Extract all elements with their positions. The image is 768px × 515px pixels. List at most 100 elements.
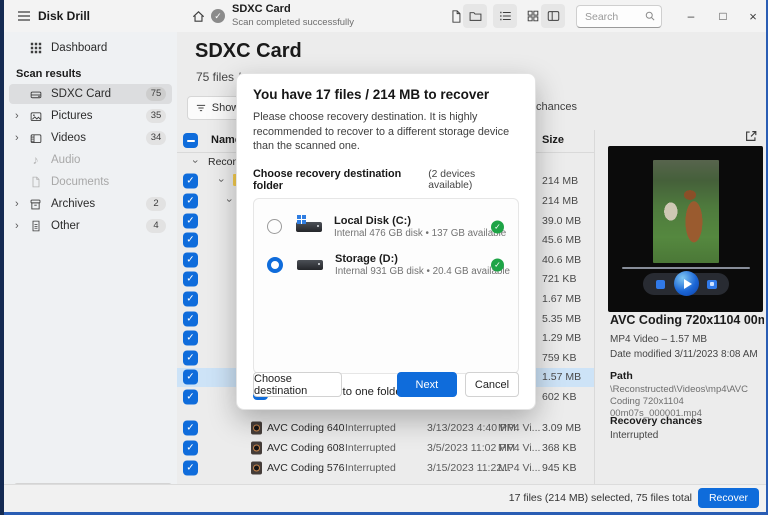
open-preview-external-button[interactable] — [744, 129, 760, 145]
minimize-button[interactable]: – — [678, 5, 704, 27]
radio-selected[interactable] — [267, 256, 283, 273]
search-input[interactable] — [583, 7, 645, 26]
size-cell: 1.29 MB — [542, 332, 582, 345]
recover-button[interactable]: Recover — [698, 488, 759, 508]
row-checkbox[interactable]: ✓ — [183, 213, 198, 229]
size-cell: 214 MB — [542, 194, 579, 207]
preview-chances-label: Recovery chances — [610, 415, 703, 427]
sidebar-item-other[interactable]: › Other 4 — [9, 216, 172, 236]
home-icon — [192, 10, 204, 22]
hamburger-menu-button[interactable] — [12, 4, 36, 28]
sidebar-item-pictures[interactable]: › Pictures 35 — [9, 106, 172, 126]
fullscreen-button[interactable] — [707, 279, 717, 289]
device-option-local-disk[interactable]: Local Disk (C:) Internal 476 GB disk • 1… — [254, 208, 518, 246]
row-checkbox[interactable]: ✓ — [183, 271, 198, 287]
row-checkbox[interactable]: ✓ — [183, 440, 198, 456]
row-checkbox[interactable]: ✓ — [183, 420, 198, 436]
pictures-icon — [28, 109, 43, 124]
play-button[interactable] — [674, 271, 699, 296]
destination-label: Choose recovery destination folder — [253, 167, 402, 192]
sidebar-item-videos[interactable]: › Videos 34 — [9, 128, 172, 148]
videos-icon — [28, 131, 43, 146]
select-all-checkbox[interactable] — [183, 133, 198, 148]
search-icon — [645, 11, 655, 21]
expand-chevron-icon[interactable]: › — [223, 199, 235, 203]
hamburger-icon — [18, 11, 30, 21]
sidebar-item-sdxc-card[interactable]: SDXC Card 75 — [9, 84, 172, 104]
video-file-icon — [251, 421, 262, 435]
row-checkbox[interactable]: ✓ — [183, 389, 198, 405]
size-cell: 3.09 MB — [542, 422, 582, 434]
sidebar-item-label: Other — [51, 220, 80, 232]
status-bar: 17 files (214 MB) selected, 75 files tot… — [4, 484, 766, 512]
sidebar-item-documents: Documents — [9, 172, 172, 192]
stop-button[interactable] — [656, 279, 665, 289]
expand-chevron-icon[interactable]: › — [189, 159, 201, 163]
recovery-chances-cell: Interrupted — [345, 462, 396, 474]
sidebar-item-archives[interactable]: › Archives 2 — [9, 194, 172, 214]
storage-disk-icon — [297, 259, 323, 270]
size-cell: 602 KB — [542, 390, 577, 403]
radio-unselected[interactable] — [267, 219, 282, 235]
sidebar-item-dashboard[interactable]: Dashboard — [9, 38, 172, 58]
next-button[interactable]: Next — [396, 372, 458, 397]
choose-destination-button[interactable]: Choose destination — [253, 372, 342, 397]
count-badge: 4 — [146, 219, 166, 233]
dialog-description: Please choose recovery destination. It i… — [253, 111, 510, 153]
size-cell: 368 KB — [542, 442, 577, 454]
nav-scan-status: Scan completed successfully — [232, 16, 354, 28]
selection-summary: 17 files (214 MB) selected, 75 files tot… — [508, 492, 692, 504]
table-row[interactable]: ✓AVC Coding 640x...Interrupted3/13/2023 … — [177, 418, 594, 438]
row-checkbox[interactable]: ✓ — [183, 252, 198, 268]
video-preview — [608, 146, 763, 312]
sidebar-item-label: SDXC Card — [51, 88, 112, 100]
column-header-size[interactable]: Size — [542, 134, 564, 146]
row-checkbox[interactable]: ✓ — [183, 193, 198, 209]
row-checkbox[interactable]: ✓ — [183, 330, 198, 346]
cancel-button[interactable]: Cancel — [465, 372, 519, 397]
row-checkbox[interactable]: ✓ — [183, 311, 198, 327]
list-icon — [499, 11, 511, 21]
folder-view-button[interactable] — [463, 4, 487, 28]
chevron-right-icon[interactable]: › — [15, 132, 28, 144]
row-checkbox[interactable]: ✓ — [183, 460, 198, 476]
size-cell: 5.35 MB — [542, 312, 582, 325]
play-icon — [683, 278, 692, 289]
video-progress-bar[interactable] — [622, 267, 750, 269]
count-badge: 75 — [146, 87, 166, 101]
row-checkbox[interactable]: ✓ — [183, 350, 198, 366]
sidebar-item-label: Pictures — [51, 110, 93, 122]
file-name: AVC Coding 608x... — [267, 442, 345, 454]
chevron-right-icon[interactable]: › — [15, 198, 28, 210]
video-thumbnail — [653, 160, 719, 263]
split-panel-button[interactable] — [541, 4, 565, 28]
video-file-icon — [251, 441, 262, 455]
table-preview-divider — [594, 130, 595, 485]
table-row[interactable]: ✓AVC Coding 576x...Interrupted3/15/2023 … — [177, 458, 594, 478]
table-row[interactable]: ✓AVC Coding 608x...Interrupted3/5/2023 1… — [177, 438, 594, 458]
file-type-cell: MP4 Vi... — [498, 462, 541, 474]
chevron-right-icon[interactable]: › — [15, 110, 28, 122]
chevron-right-icon[interactable]: › — [15, 220, 28, 232]
close-button[interactable]: × — [740, 5, 766, 27]
row-checkbox[interactable]: ✓ — [183, 173, 198, 189]
maximize-button[interactable]: □ — [710, 5, 736, 27]
expand-chevron-icon[interactable]: › — [215, 179, 227, 183]
other-file-icon — [28, 219, 43, 234]
size-cell: 759 KB — [542, 351, 577, 364]
row-checkbox[interactable]: ✓ — [183, 232, 198, 248]
table-rows-bottom: ✓AVC Coding 640x...Interrupted3/13/2023 … — [177, 418, 594, 478]
scan-results-section-label: Scan results — [16, 68, 82, 80]
app-window: Disk Drill ✓ SDXC Card Scan completed su… — [4, 0, 766, 512]
home-button[interactable] — [186, 4, 210, 28]
drive-icon — [28, 87, 43, 102]
row-checkbox[interactable]: ✓ — [183, 369, 198, 385]
device-option-storage[interactable]: Storage (D:) Internal 931 GB disk • 20.4… — [254, 246, 518, 284]
list-view-button[interactable] — [493, 4, 517, 28]
size-cell: 945 KB — [542, 462, 577, 474]
device-name: Storage (D:) — [335, 253, 398, 266]
local-disk-icon — [296, 214, 322, 232]
row-checkbox[interactable]: ✓ — [183, 291, 198, 307]
preview-date-modified: Date modified 3/11/2023 8:08 AM — [610, 349, 758, 360]
windows-logo-icon — [297, 214, 306, 224]
